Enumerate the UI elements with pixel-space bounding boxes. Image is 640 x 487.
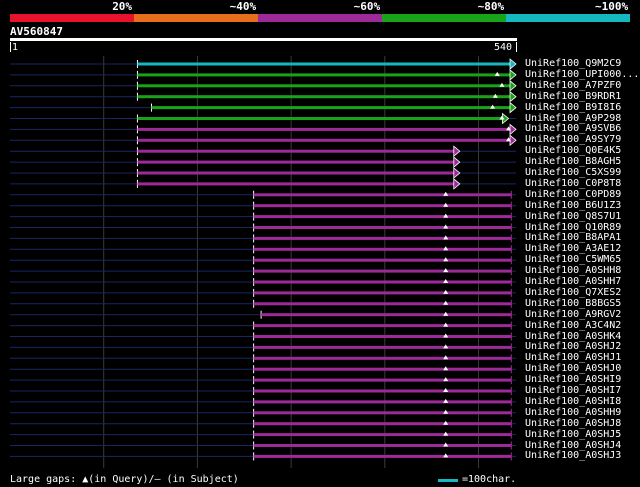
hit-bar [253,433,512,437]
hit-label[interactable]: UniRef100_A0SHJ1 [525,352,621,363]
hit-label[interactable]: UniRef100_A7PZF0 [525,80,621,91]
hit-bar [253,302,512,306]
hit-arrow [509,79,517,92]
hit-bar [253,269,512,273]
hit-bar [253,378,512,382]
hit-label[interactable]: UniRef100_A3AE12 [525,243,621,254]
hit-label[interactable]: UniRef100_Q7XES2 [525,287,621,298]
hit-bar [253,389,512,393]
hit-label[interactable]: UniRef100_A0SHH7 [525,276,621,287]
hit-bar [137,127,510,131]
hit-bar [137,160,454,164]
hit-label[interactable]: UniRef100_A9P298 [525,113,621,124]
hit-arrow [509,134,517,147]
hit-bar [137,62,510,66]
hit-label[interactable]: UniRef100_C5XS99 [525,167,621,178]
hit-label[interactable]: UniRef100_A0SHH8 [525,265,621,276]
hit-label[interactable]: UniRef100_A9SY79 [525,134,621,145]
hit-label[interactable]: UniRef100_B8BGS5 [525,298,621,309]
scale-legend-text: =100char. [462,474,517,485]
hit-bar [137,171,454,175]
hit-bar [253,215,512,219]
hit-bar [137,149,454,153]
hit-label[interactable]: UniRef100_A0SHI9 [525,374,621,385]
hit-label[interactable]: UniRef100_A0SHK4 [525,331,621,342]
hit-bar [253,345,512,349]
hit-label[interactable]: UniRef100_C0P8T8 [525,178,621,189]
hit-arrow [509,123,517,136]
hit-bar [253,236,512,240]
hit-bar [261,313,512,317]
hit-bar [137,84,510,88]
hit-bar [253,226,512,229]
hit-bar [253,356,512,360]
hit-bar [137,73,510,77]
hit-label[interactable]: UniRef100_A0SHH9 [525,407,621,418]
scale-legend-line [438,479,458,482]
hit-bar [137,138,510,142]
hit-bar [137,182,454,186]
hit-arrow [509,101,517,114]
hit-label[interactable]: UniRef100_Q0E4K5 [525,145,621,156]
hit-label[interactable]: UniRef100_A0SHJ3 [525,450,621,461]
hit-label[interactable]: UniRef100_Q8S7U1 [525,211,621,222]
hit-arrow [509,69,517,81]
hit-label[interactable]: UniRef100_C0PD89 [525,189,621,200]
hit-label[interactable]: UniRef100_B9RDR1 [525,91,621,102]
hit-label[interactable]: UniRef100_A0SHI8 [525,396,621,407]
hit-arrow [453,156,461,168]
hit-arrow [509,90,517,103]
hit-bar [253,247,512,251]
hit-bar [253,411,512,415]
hit-bar [253,280,512,284]
hit-label[interactable]: UniRef100_A0SHJ0 [525,363,621,374]
hit-label[interactable]: UniRef100_A9SVB6 [525,123,621,134]
hit-bar [253,291,512,295]
hit-label[interactable]: UniRef100_B8AGH5 [525,156,621,167]
hit-bar [253,324,512,328]
hit-bar [253,204,512,208]
hit-arrow [509,58,517,70]
hit-label[interactable]: UniRef100_A0SHJ2 [525,341,621,352]
hit-label[interactable]: UniRef100_A9RGV2 [525,309,621,320]
hit-label[interactable]: UniRef100_A0SHJ8 [525,418,621,429]
hit-bar [253,335,512,338]
hit-arrow [453,167,461,179]
hit-bar [253,258,512,262]
hit-label[interactable]: UniRef100_C5WM65 [525,254,621,265]
hit-label[interactable]: UniRef100_B6U1Z3 [525,200,621,211]
hit-bar [253,400,512,404]
hit-bar [151,106,510,110]
hit-bar [253,422,512,426]
hit-bar [253,367,512,371]
hit-bar [253,193,512,197]
hit-arrow [453,145,461,158]
hit-arrow [453,178,461,190]
gaps-legend: Large gaps: ▲(in Query)/— (in Subject) [10,474,239,485]
hit-bar [137,117,503,120]
hit-label[interactable]: UniRef100_B9I8I6 [525,102,621,113]
hit-bar [137,95,510,99]
hit-bar [253,454,512,458]
hit-label[interactable]: UniRef100_A0SHI7 [525,385,621,396]
hit-bar [253,444,512,447]
hit-label[interactable]: UniRef100_A3C4N2 [525,320,621,331]
hit-label[interactable]: UniRef100_B8APA1 [525,232,621,243]
hit-label[interactable]: UniRef100_A0SHJ4 [525,440,621,451]
hit-label[interactable]: UniRef100_Q10R89 [525,222,621,233]
hit-label[interactable]: UniRef100_Q9M2C9 [525,58,621,69]
hit-label[interactable]: UniRef100_A0SHJ5 [525,429,621,440]
hit-label[interactable]: UniRef100_UPI000... [525,69,639,80]
